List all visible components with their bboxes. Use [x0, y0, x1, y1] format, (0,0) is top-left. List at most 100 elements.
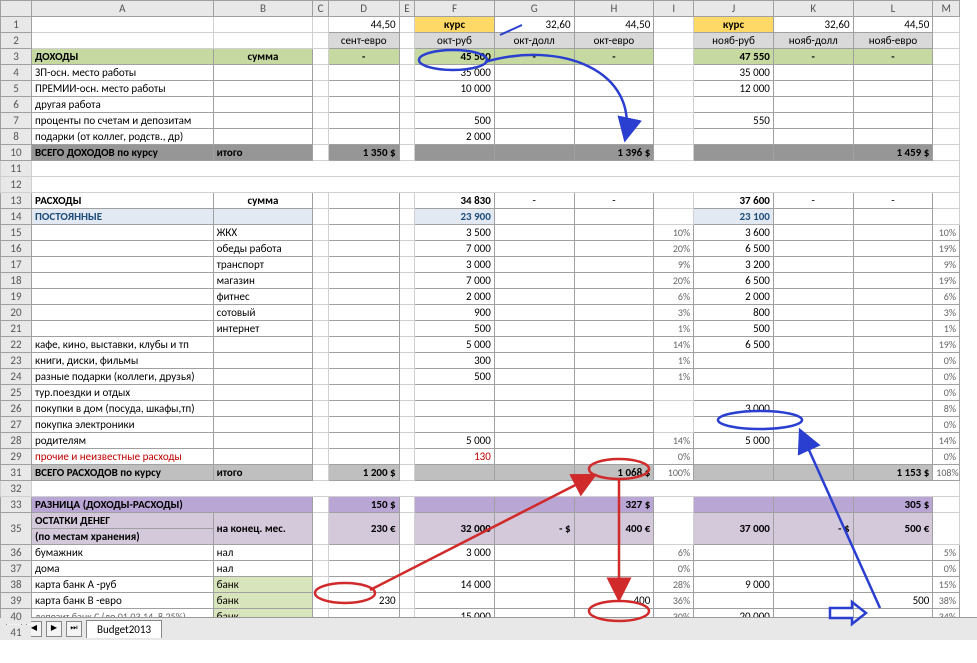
- cell[interactable]: 20%: [654, 273, 694, 289]
- cell[interactable]: 5%: [933, 545, 960, 561]
- cell[interactable]: карта банк А -руб: [32, 577, 214, 593]
- cell[interactable]: 44,50: [574, 17, 654, 33]
- cell[interactable]: курс: [415, 17, 495, 33]
- cell[interactable]: 37 000: [694, 513, 774, 545]
- cell[interactable]: 1%: [654, 321, 694, 337]
- col-I[interactable]: I: [654, 1, 694, 17]
- cell[interactable]: 14%: [654, 433, 694, 449]
- row-21[interactable]: 21интернет5001%5001%: [1, 321, 960, 337]
- cell[interactable]: 1%: [654, 353, 694, 369]
- row-20[interactable]: 20сотовый9003%8003%: [1, 305, 960, 321]
- row-35a[interactable]: 35 ОСТАТКИ ДЕНЕГ на конец. мес. 230 € 32…: [1, 513, 960, 529]
- cell[interactable]: 900: [415, 305, 495, 321]
- cell[interactable]: 12 000: [694, 81, 774, 97]
- cell[interactable]: - $: [494, 513, 574, 545]
- sheet-tab[interactable]: Budget2013: [86, 620, 162, 638]
- cell[interactable]: -: [773, 193, 853, 209]
- cell[interactable]: 6%: [654, 289, 694, 305]
- row-18[interactable]: 18магазин7 00020%6 50019%: [1, 273, 960, 289]
- row-14[interactable]: 14 ПОСТОЯННЫЕ 23 900 23 100: [1, 209, 960, 225]
- cell[interactable]: -: [574, 193, 654, 209]
- cell[interactable]: 32,60: [773, 17, 853, 33]
- cell[interactable]: 100%: [654, 465, 694, 481]
- col-M[interactable]: M: [933, 1, 960, 17]
- cell[interactable]: 0%: [654, 561, 694, 577]
- row-11[interactable]: 11: [1, 161, 960, 177]
- cell[interactable]: 1 153 $: [853, 465, 933, 481]
- cell[interactable]: 44,50: [853, 17, 933, 33]
- cell[interactable]: ЗП-осн. место работы: [32, 65, 214, 81]
- cell[interactable]: 10 000: [415, 81, 495, 97]
- cell[interactable]: 500: [694, 321, 774, 337]
- cell[interactable]: 0%: [933, 353, 960, 369]
- row-8[interactable]: 8подарки (от коллег, родств., др)2 000: [1, 129, 960, 145]
- cell[interactable]: ЖКХ: [213, 225, 313, 241]
- cell[interactable]: 6 500: [694, 337, 774, 353]
- cell[interactable]: 15%: [933, 577, 960, 593]
- cell[interactable]: 2 000: [415, 129, 495, 145]
- cell[interactable]: 0%: [654, 449, 694, 465]
- cell[interactable]: 32,60: [494, 17, 574, 33]
- cell[interactable]: 9 000: [694, 577, 774, 593]
- row-25[interactable]: 25тур.поездки и отдых0%: [1, 385, 960, 401]
- cell[interactable]: 3 600: [694, 225, 774, 241]
- col-E[interactable]: E: [399, 1, 415, 17]
- cell[interactable]: 9%: [654, 257, 694, 273]
- cell[interactable]: 1 396 $: [574, 145, 654, 161]
- cell[interactable]: сотовый: [213, 305, 313, 321]
- cell[interactable]: 130: [415, 449, 495, 465]
- cell[interactable]: 0%: [933, 449, 960, 465]
- cell[interactable]: книги, диски, фильмы: [32, 353, 214, 369]
- cell[interactable]: окт-долл: [494, 33, 574, 49]
- col-H[interactable]: H: [574, 1, 654, 17]
- cell[interactable]: 23 100: [694, 209, 774, 225]
- cell[interactable]: 6 500: [694, 241, 774, 257]
- cell[interactable]: 500 €: [853, 513, 933, 545]
- cell[interactable]: сент-евро: [328, 33, 399, 49]
- cell[interactable]: 36%: [654, 593, 694, 609]
- cell[interactable]: 8%: [933, 401, 960, 417]
- cell[interactable]: 14%: [654, 337, 694, 353]
- cell[interactable]: 44,50: [328, 17, 399, 33]
- cell[interactable]: прочие и неизвестные расходы: [32, 449, 214, 465]
- cell[interactable]: банк: [213, 593, 313, 609]
- cell[interactable]: 5 000: [415, 337, 495, 353]
- cell[interactable]: 10%: [933, 225, 960, 241]
- cell[interactable]: (по местам хранения): [32, 529, 214, 545]
- cell[interactable]: 5 000: [694, 433, 774, 449]
- cell[interactable]: карта банк В -евро: [32, 593, 214, 609]
- row-39[interactable]: 39карта банк В -евробанк23040036%50038%: [1, 593, 960, 609]
- cell[interactable]: 6 500: [694, 273, 774, 289]
- row-16[interactable]: 16обеды работа7 00020%6 50019%: [1, 241, 960, 257]
- cell[interactable]: 2 000: [415, 289, 495, 305]
- cell[interactable]: банк: [213, 577, 313, 593]
- cell[interactable]: нал: [213, 561, 313, 577]
- col-headers[interactable]: A B C D E F G H I J K L M: [1, 1, 960, 17]
- col-A[interactable]: A: [32, 1, 214, 17]
- cell[interactable]: 14%: [933, 433, 960, 449]
- cell[interactable]: 38%: [933, 593, 960, 609]
- cell[interactable]: 0%: [933, 417, 960, 433]
- row-head[interactable]: 1: [1, 17, 32, 33]
- row-27[interactable]: 27покупка электроники0%: [1, 417, 960, 433]
- cell[interactable]: итого: [213, 145, 313, 161]
- grid[interactable]: A B C D E F G H I J K L M 1 44,50 курс 3…: [0, 0, 960, 640]
- cell[interactable]: 28%: [654, 577, 694, 593]
- cell[interactable]: 1%: [933, 321, 960, 337]
- cell[interactable]: 20%: [654, 241, 694, 257]
- cell[interactable]: ПОСТОЯННЫЕ: [32, 209, 214, 225]
- cell[interactable]: нояб-евро: [853, 33, 933, 49]
- cell[interactable]: на конец. мес.: [213, 513, 313, 545]
- cell[interactable]: окт-евро: [574, 33, 654, 49]
- row-6[interactable]: 6другая работа: [1, 97, 960, 113]
- cell[interactable]: проценты по счетам и депозитам: [32, 113, 214, 129]
- cell[interactable]: ПРЕМИИ-осн. место работы: [32, 81, 214, 97]
- cell[interactable]: 3%: [933, 305, 960, 321]
- cell[interactable]: подарки (от коллег, родств., др): [32, 129, 214, 145]
- col-C[interactable]: C: [313, 1, 329, 17]
- cell[interactable]: 3 000: [415, 257, 495, 273]
- cell[interactable]: -: [494, 49, 574, 65]
- cell[interactable]: 6%: [933, 289, 960, 305]
- row-33[interactable]: 33 РАЗНИЦА (ДОХОДЫ-РАСХОДЫ) 150 $ 327 $ …: [1, 497, 960, 513]
- cell[interactable]: - $: [773, 513, 853, 545]
